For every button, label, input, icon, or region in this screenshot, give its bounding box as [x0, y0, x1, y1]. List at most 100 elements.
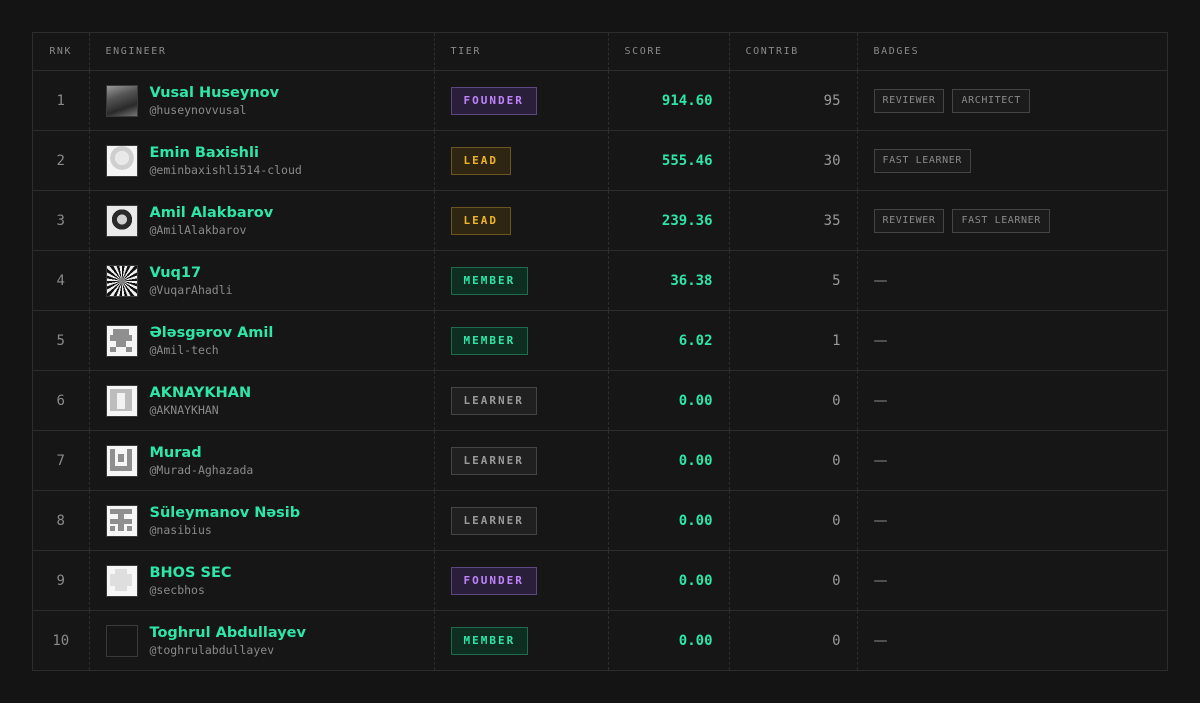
- identicon-pixel: [109, 573, 132, 586]
- identicon-pixel: [117, 453, 124, 462]
- engineer-cell: Amil Alakbarov @AmilAlakbarov: [88, 190, 434, 251]
- table-row[interactable]: 10 Toghrul Abdullayev @toghrulabdullayev…: [33, 610, 1167, 670]
- engineer-handle: @nasibius: [149, 522, 212, 537]
- identicon-pixel: [125, 346, 132, 352]
- table-row[interactable]: 4 Vuq17 @VuqarAhadli MEMBER 36.38 5 —: [33, 250, 1167, 311]
- badges-cell: —: [856, 490, 1167, 551]
- tier-cell: FOUNDER: [433, 70, 608, 131]
- avatar[interactable]: [105, 504, 138, 537]
- table-row[interactable]: 6 AKNAYKHAN @AKNAYKHAN LEARNER 0.00 0 —: [33, 370, 1167, 431]
- table-row[interactable]: 2 Emin Baxishli @eminbaxishli514-cloud L…: [33, 130, 1167, 191]
- tier-cell: MEMBER: [433, 250, 608, 311]
- tier-badge: MEMBER: [450, 266, 529, 295]
- engineer-name[interactable]: Toghrul Abdullayev: [150, 624, 306, 642]
- avatar[interactable]: [105, 204, 138, 237]
- contrib-cell: 35: [728, 190, 857, 251]
- avatar[interactable]: [105, 624, 138, 657]
- tier-cell: LEAD: [433, 190, 608, 251]
- badges-cell: —: [856, 370, 1167, 431]
- no-badges-dash: —: [873, 452, 888, 469]
- score-cell: 0.00: [607, 550, 729, 611]
- table-row[interactable]: 7 Murad @Murad-Aghazada LEARNER 0.00 0 —: [33, 430, 1167, 491]
- tier-badge: MEMBER: [450, 326, 529, 355]
- table-row[interactable]: 9 BHOS SEC @secbhos FOUNDER 0.00 0 —: [33, 550, 1167, 611]
- score-cell: 239.36: [607, 190, 729, 251]
- badges-cell: —: [856, 430, 1167, 491]
- contrib-cell: 0: [728, 610, 857, 670]
- engineer-cell: Vusal Huseynov @huseynovvusal: [88, 70, 434, 131]
- badges-cell: REVIEWER ARCHITECT: [856, 70, 1167, 131]
- engineer-name[interactable]: BHOS SEC: [150, 564, 232, 582]
- score-cell: 0.00: [607, 430, 729, 491]
- avatar[interactable]: [105, 444, 138, 477]
- table-row[interactable]: 8 Süleymanov Nəsib @nasibius LEARNER 0.0…: [33, 490, 1167, 551]
- contrib-cell: 0: [728, 430, 857, 491]
- table-row[interactable]: 5 Ələsgərov Amil @Amil-tech MEMBER 6.02 …: [33, 310, 1167, 371]
- identicon-pixel: [116, 392, 125, 409]
- engineer-name[interactable]: Vusal Huseynov: [150, 84, 280, 102]
- engineer-handle: @VuqarAhadli: [149, 282, 233, 297]
- engineer-name[interactable]: AKNAYKHAN: [150, 384, 252, 402]
- engineer-cell: BHOS SEC @secbhos: [88, 550, 434, 611]
- tier-badge: LEARNER: [450, 506, 537, 535]
- identicon-pixel: [109, 465, 132, 471]
- engineer-name[interactable]: Murad: [150, 444, 254, 462]
- column-header-engineer[interactable]: ENGINEER: [88, 33, 434, 71]
- identicon-pixel: [109, 525, 115, 531]
- avatar[interactable]: [105, 144, 138, 177]
- no-badges-dash: —: [873, 332, 888, 349]
- avatar[interactable]: [105, 84, 138, 117]
- badges-cell: —: [856, 610, 1167, 670]
- column-header-badges[interactable]: BADGES: [856, 33, 1167, 71]
- engineer-cell: Süleymanov Nəsib @nasibius: [88, 490, 434, 551]
- no-badges-dash: —: [873, 272, 888, 289]
- avatar[interactable]: [105, 264, 138, 297]
- no-badges-dash: —: [873, 512, 888, 529]
- identicon-pixel: [115, 340, 126, 347]
- score-cell: 0.00: [607, 370, 729, 431]
- engineer-cell: Toghrul Abdullayev @toghrulabdullayev: [88, 610, 434, 670]
- rank-cell: 10: [52, 632, 70, 649]
- table-row[interactable]: 1 Vusal Huseynov @huseynovvusal FOUNDER …: [33, 70, 1167, 131]
- tier-badge: LEARNER: [450, 386, 537, 415]
- engineer-name[interactable]: Amil Alakbarov: [150, 204, 274, 222]
- tier-badge: FOUNDER: [450, 86, 537, 115]
- column-header-score[interactable]: SCORE: [607, 33, 729, 71]
- avatar[interactable]: [105, 384, 138, 417]
- score-cell: 6.02: [607, 310, 729, 371]
- badges-cell: REVIEWER FAST LEARNER: [856, 190, 1167, 251]
- column-header-contrib[interactable]: CONTRIB: [728, 33, 857, 71]
- badge-chip: FAST LEARNER: [873, 148, 971, 173]
- rank-cell: 1: [33, 70, 89, 131]
- score-cell: 555.46: [607, 130, 729, 191]
- engineer-cell: Murad @Murad-Aghazada: [88, 430, 434, 491]
- table-row[interactable]: 3 Amil Alakbarov @AmilAlakbarov LEAD 239…: [33, 190, 1167, 251]
- tier-badge: MEMBER: [450, 626, 529, 655]
- badges-cell: —: [856, 310, 1167, 371]
- rank-cell: 3: [33, 190, 89, 251]
- column-header-tier[interactable]: TIER: [433, 33, 608, 71]
- identicon-pixel: [109, 346, 116, 352]
- avatar[interactable]: [105, 564, 138, 597]
- engineer-name[interactable]: Vuq17: [150, 264, 233, 282]
- engineer-name[interactable]: Süleymanov Nəsib: [150, 504, 301, 522]
- tier-cell: LEAD: [433, 130, 608, 191]
- engineer-name[interactable]: Ələsgərov Amil: [150, 324, 274, 342]
- score-cell: 36.38: [607, 250, 729, 311]
- identicon-pixel: [126, 525, 132, 531]
- tier-cell: LEARNER: [433, 430, 608, 491]
- engineer-handle: @secbhos: [149, 582, 205, 597]
- column-header-rank[interactable]: RNK: [33, 33, 89, 71]
- engineer-name[interactable]: Emin Baxishli: [150, 144, 302, 162]
- avatar[interactable]: [105, 324, 138, 357]
- contrib-cell: 0: [728, 550, 857, 611]
- engineer-handle: @eminbaxishli514-cloud: [149, 162, 302, 177]
- contrib-cell: 95: [728, 70, 857, 131]
- engineer-handle: @AmilAlakbarov: [149, 222, 247, 237]
- badges-cell: —: [856, 250, 1167, 311]
- leaderboard-table: RNK ENGINEER TIER SCORE CONTRIB BADGES 1…: [32, 32, 1168, 671]
- no-badges-dash: —: [873, 572, 888, 589]
- rank-cell: 7: [33, 430, 89, 491]
- contrib-cell: 5: [728, 250, 857, 311]
- rank-cell: 5: [33, 310, 89, 371]
